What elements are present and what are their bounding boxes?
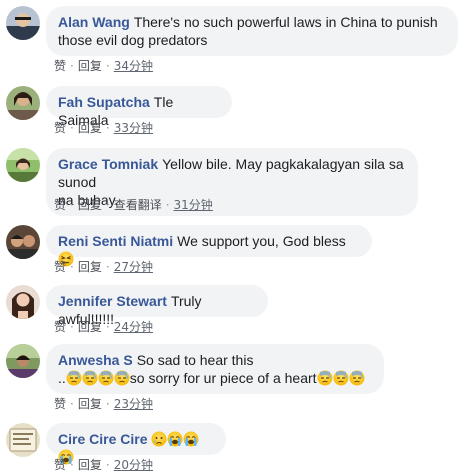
- separator: ·: [70, 458, 74, 472]
- comment-actions: 赞 · 回复 · 23分钟: [54, 395, 153, 412]
- downcast-sweat-face-icon: [349, 370, 365, 386]
- downcast-sweat-face-icon: [66, 370, 82, 386]
- timestamp[interactable]: 23分钟: [114, 397, 153, 411]
- loudly-crying-face-icon: [167, 431, 183, 447]
- separator: ·: [105, 397, 110, 411]
- separator: ·: [165, 198, 170, 212]
- avatar[interactable]: [6, 423, 40, 457]
- reply-button[interactable]: 回复: [78, 320, 102, 334]
- commenter-name[interactable]: Jennifer Stewart: [58, 293, 167, 309]
- reply-button[interactable]: 回复: [78, 198, 102, 212]
- timestamp[interactable]: 27分钟: [114, 260, 153, 274]
- commenter-name[interactable]: Anwesha S: [58, 352, 133, 368]
- comment-actions: 赞 · 回复 · 查看翻译 · 31分钟: [54, 196, 213, 213]
- commenter-name[interactable]: Fah Supatcha: [58, 94, 150, 110]
- like-button[interactable]: 赞: [54, 59, 66, 73]
- comment-bubble: Alan Wang There's no such powerful laws i…: [46, 6, 458, 56]
- comment-text-cont: those evil dog predators: [58, 32, 208, 48]
- reply-button[interactable]: 回复: [78, 458, 102, 472]
- comment-text: So sad to hear this: [136, 352, 254, 368]
- reply-button[interactable]: 回复: [78, 121, 102, 135]
- timestamp[interactable]: 20分钟: [114, 458, 153, 472]
- separator: ·: [70, 121, 74, 135]
- timestamp[interactable]: 33分钟: [114, 121, 153, 135]
- like-button[interactable]: 赞: [54, 397, 66, 411]
- downcast-sweat-face-icon: [114, 370, 130, 386]
- separator: ·: [105, 59, 110, 73]
- comment-bubble: Cire Cire Cire: [46, 423, 226, 455]
- separator: ·: [105, 320, 110, 334]
- separator: ·: [70, 397, 74, 411]
- comment-text-cont: so sorry for ur piece of a heart: [129, 370, 317, 386]
- timestamp[interactable]: 24分钟: [114, 320, 153, 334]
- crying-face-icon: [151, 431, 167, 447]
- separator: ·: [70, 59, 74, 73]
- timestamp[interactable]: 34分钟: [114, 59, 153, 73]
- reply-button[interactable]: 回复: [78, 397, 102, 411]
- separator: ·: [70, 260, 74, 274]
- comment-bubble: Anwesha S So sad to hear this .. so sorry …: [46, 344, 384, 394]
- comment-actions: 赞 · 回复 · 27分钟: [54, 258, 153, 275]
- commenter-name[interactable]: Grace Tomniak: [58, 156, 158, 172]
- separator: ·: [70, 198, 74, 212]
- avatar[interactable]: [6, 344, 40, 378]
- separator: ·: [105, 198, 110, 212]
- comment-bubble: Reni Senti Niatmi We support you, God ble…: [46, 225, 372, 257]
- comment-actions: 赞 · 回复 · 24分钟: [54, 318, 153, 335]
- loudly-crying-face-icon: [183, 431, 199, 447]
- avatar[interactable]: [6, 148, 40, 182]
- see-translation-link[interactable]: 查看翻译: [114, 198, 162, 212]
- separator: ·: [70, 320, 74, 334]
- comment-bubble: Jennifer Stewart Truly awful!!!!!!: [46, 285, 268, 327]
- comment-actions: 赞 · 回复 · 33分钟: [54, 119, 153, 136]
- separator: ·: [105, 458, 110, 472]
- like-button[interactable]: 赞: [54, 121, 66, 135]
- like-button[interactable]: 赞: [54, 198, 66, 212]
- comment-bubble: Fah Supatcha Tle Saimala: [46, 86, 232, 128]
- avatar[interactable]: [6, 225, 40, 259]
- comment-actions: 赞 · 回复 · 34分钟: [54, 57, 153, 74]
- comment-actions: 赞 · 回复 · 20分钟: [54, 456, 153, 473]
- like-button[interactable]: 赞: [54, 320, 66, 334]
- downcast-sweat-face-icon: [82, 370, 98, 386]
- commenter-name[interactable]: Cire Cire Cire: [58, 431, 147, 447]
- comment-text: There's no such powerful laws in China t…: [133, 14, 438, 30]
- comment-text-prefix: ..: [58, 370, 66, 386]
- reply-button[interactable]: 回复: [78, 59, 102, 73]
- like-button[interactable]: 赞: [54, 260, 66, 274]
- like-button[interactable]: 赞: [54, 458, 66, 472]
- downcast-sweat-face-icon: [317, 370, 333, 386]
- separator: ·: [105, 260, 110, 274]
- downcast-sweat-face-icon: [98, 370, 114, 386]
- avatar[interactable]: [6, 285, 40, 319]
- commenter-name[interactable]: Alan Wang: [58, 14, 130, 30]
- comment-text: We support you, God bless: [177, 233, 346, 249]
- avatar[interactable]: [6, 86, 40, 120]
- avatar[interactable]: [6, 6, 40, 40]
- downcast-sweat-face-icon: [333, 370, 349, 386]
- timestamp[interactable]: 31分钟: [174, 198, 213, 212]
- separator: ·: [105, 121, 110, 135]
- reply-button[interactable]: 回复: [78, 260, 102, 274]
- commenter-name[interactable]: Reni Senti Niatmi: [58, 233, 173, 249]
